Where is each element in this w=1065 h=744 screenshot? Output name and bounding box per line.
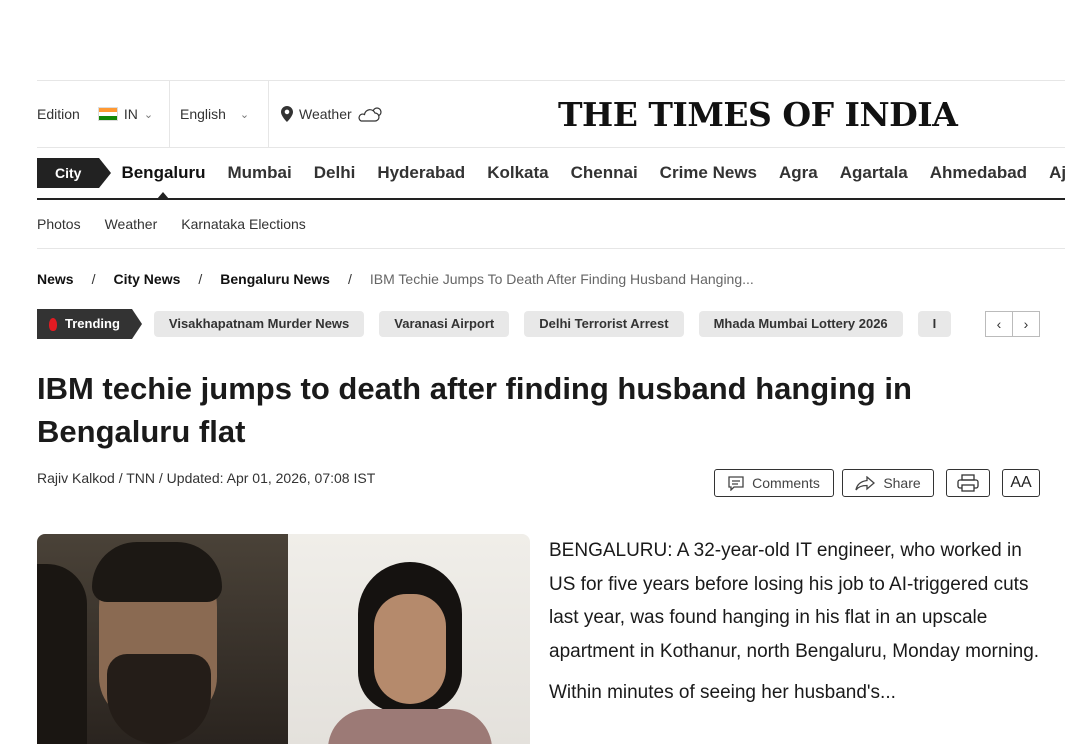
nav-item-chennai[interactable]: Chennai [571, 163, 638, 183]
printer-icon [957, 474, 979, 492]
share-label: Share [883, 475, 921, 491]
share-button[interactable]: Share [842, 469, 934, 497]
nav-item-ajmer[interactable]: Ajmer [1049, 163, 1065, 183]
trending-bar: Trending Visakhapatnam Murder News Varan… [37, 309, 1065, 339]
india-flag-icon [97, 107, 118, 121]
language-selector[interactable]: English ⌄ [170, 81, 269, 147]
article-image [37, 534, 530, 744]
breadcrumb-current: IBM Techie Jumps To Death After Finding … [369, 271, 754, 287]
article-headline: IBM techie jumps to death after finding … [37, 371, 912, 449]
nav-item-agra[interactable]: Agra [779, 163, 818, 183]
article-paragraph: Within minutes of seeing her husband's..… [549, 682, 896, 703]
chevron-left-icon[interactable]: ‹ [985, 311, 1013, 337]
sub-nav: Photos Weather Karnataka Elections [37, 200, 1065, 249]
comments-button[interactable]: Comments [714, 469, 834, 497]
edition-label: Edition [37, 106, 80, 122]
text-size-button[interactable]: AA [1002, 469, 1040, 497]
share-icon [855, 475, 876, 490]
article-paragraph: BENGALURU: A 32-year-old IT engineer, wh… [549, 540, 1040, 662]
top-bar: Edition IN ⌄ English ⌄ Weather THE TIMES… [37, 80, 1065, 148]
trending-chip[interactable]: Visakhapatnam Murder News [153, 311, 365, 337]
breadcrumb-separator: / [91, 271, 96, 287]
photo-woman [288, 534, 530, 744]
subnav-item-photos[interactable]: Photos [37, 216, 81, 232]
photo-man [37, 534, 288, 744]
subnav-item-weather[interactable]: Weather [105, 216, 158, 232]
trending-chip[interactable]: Delhi Terrorist Arrest [524, 311, 684, 337]
page: Edition IN ⌄ English ⌄ Weather THE TIMES… [37, 0, 1065, 744]
article-body: BENGALURU: A 32-year-old IT engineer, wh… [549, 534, 1049, 718]
weather-label: Weather [299, 106, 352, 122]
comments-label: Comments [752, 475, 820, 491]
weather-widget[interactable]: Weather [269, 81, 391, 147]
trending-chip[interactable]: Varanasi Airport [379, 311, 510, 337]
subnav-item-karnataka-elections[interactable]: Karnataka Elections [181, 216, 306, 232]
nav-item-hyderabad[interactable]: Hyderabad [377, 163, 465, 183]
trending-chip[interactable]: I [917, 311, 952, 337]
nav-item-mumbai[interactable]: Mumbai [228, 163, 292, 183]
print-button[interactable] [946, 469, 990, 497]
chevron-down-icon: ⌄ [143, 108, 154, 121]
language-label: English [180, 106, 226, 122]
comment-icon [728, 475, 744, 491]
article-actions: Comments Share AA [714, 469, 1048, 497]
breadcrumb-city-news[interactable]: City News [113, 271, 180, 287]
nav-item-bengaluru[interactable]: Bengaluru [121, 163, 206, 198]
breadcrumb: News / City News / Bengaluru News / IBM … [37, 249, 1065, 309]
breadcrumb-news[interactable]: News [37, 271, 74, 287]
city-label: City [37, 158, 112, 188]
chevron-right-icon[interactable]: › [1013, 311, 1040, 337]
nav-item-kolkata[interactable]: Kolkata [487, 163, 548, 183]
article-byline: Rajiv Kalkod / TNN / Updated: Apr 01, 20… [37, 470, 376, 486]
trending-chip[interactable]: Mhada Mumbai Lottery 2026 [698, 311, 903, 337]
trending-label: Trending [37, 309, 142, 339]
ad-space [37, 0, 1065, 80]
trending-arrows: ‹ › [985, 311, 1040, 337]
nav-item-ahmedabad[interactable]: Ahmedabad [930, 163, 1027, 183]
breadcrumb-separator: / [198, 271, 203, 287]
chevron-down-icon: ⌄ [239, 108, 250, 121]
edition-value: IN [123, 106, 138, 122]
city-nav: City Bengaluru Mumbai Delhi Hyderabad Ko… [37, 148, 1065, 200]
nav-item-crime-news[interactable]: Crime News [660, 163, 757, 183]
breadcrumb-separator: / [347, 271, 352, 287]
site-logo[interactable]: THE TIMES OF INDIA [558, 95, 958, 134]
breadcrumb-bengaluru-news[interactable]: Bengaluru News [220, 271, 330, 287]
trending-text: Trending [65, 316, 120, 331]
edition-selector[interactable]: Edition IN ⌄ [37, 81, 170, 147]
nav-item-delhi[interactable]: Delhi [314, 163, 356, 183]
nav-item-agartala[interactable]: Agartala [840, 163, 908, 183]
cloud-sun-icon [358, 107, 382, 122]
location-pin-icon [281, 106, 293, 122]
fire-icon [49, 317, 57, 331]
